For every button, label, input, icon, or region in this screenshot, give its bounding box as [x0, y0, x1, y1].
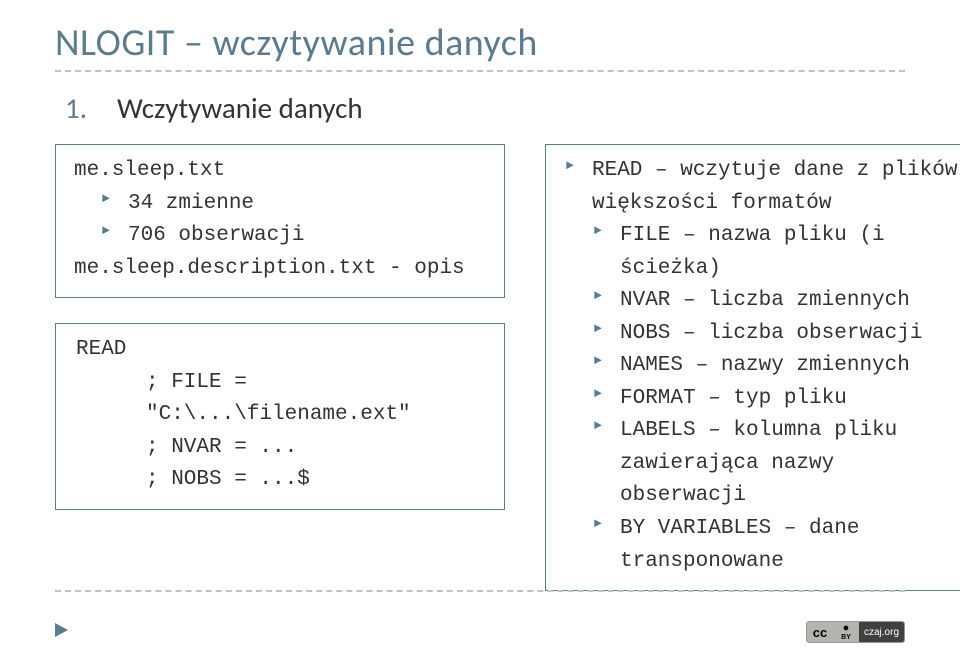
cc-license-badge: cc ● BY czaj.org [806, 621, 905, 643]
code-line-nobs: ; NOBS = ...$ [76, 464, 484, 497]
right-names: NAMES – nazwy zmiennych [594, 350, 960, 383]
right-labels-line3: obserwacji [594, 480, 960, 513]
right-labels-line2: zawierająca nazwy [594, 448, 960, 481]
person-icon: ● [843, 623, 850, 634]
cc-domain: czaj.org [859, 622, 904, 642]
subtitle-text: Wczytywanie danych [117, 90, 363, 126]
right-file-line1: FILE – nazwa pliku (i [594, 220, 960, 253]
code-line-nvar: ; NVAR = ... [76, 432, 484, 465]
subtitle: 1. Wczytywanie danych [55, 90, 905, 126]
right-byvar-line1: BY VARIABLES – dane [594, 513, 960, 546]
right-info-box: READ – wczytuje dane z plików większości… [545, 144, 960, 591]
left-line-obserwacji: 706 obserwacji [102, 220, 484, 253]
page-title: NLOGIT – wczytywanie danych [55, 20, 905, 66]
right-nobs: NOBS – liczba obserwacji [594, 318, 960, 351]
divider-bottom [55, 590, 905, 592]
right-read-line1: READ – wczytuje dane z plików [566, 155, 960, 188]
subtitle-number: 1. [65, 90, 87, 126]
code-line-read: READ [76, 334, 484, 367]
cc-by-icon: ● BY [833, 622, 859, 642]
right-file-line2: ścieżka) [594, 253, 960, 286]
right-format: FORMAT – typ pliku [594, 383, 960, 416]
right-nvar: NVAR – liczba zmiennych [594, 285, 960, 318]
cc-icon: cc [807, 622, 833, 642]
footer-arrow-icon [55, 623, 68, 637]
right-read-line2: większości formatów [566, 188, 960, 221]
code-box: READ ; FILE = "C:\...\filename.ext" ; NV… [55, 323, 505, 510]
right-byvar-line2: transponowane [594, 546, 960, 579]
left-line-description: me.sleep.description.txt - opis [74, 253, 484, 286]
right-labels-line1: LABELS – kolumna pliku [594, 415, 960, 448]
left-line-filename: me.sleep.txt [74, 155, 484, 188]
code-line-file: ; FILE = "C:\...\filename.ext" [76, 367, 484, 432]
left-info-box: me.sleep.txt 34 zmienne 706 obserwacji m… [55, 144, 505, 298]
cc-by-text: BY [841, 634, 851, 641]
divider-top [55, 70, 905, 72]
left-line-zmienne: 34 zmienne [102, 188, 484, 221]
